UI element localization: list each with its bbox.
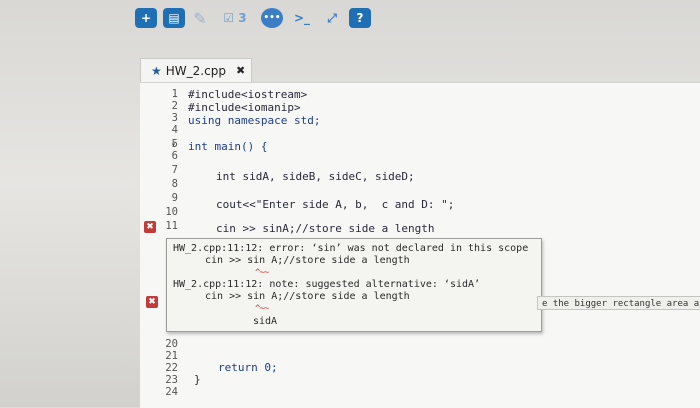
truncated-comment: e the bigger rectangle area a: [537, 296, 700, 310]
ide-window: + ▤ ✎ ☑ 3 ••• >_ ⤢ ? ★ HW_2.cpp ✖ 1 2 3 …: [0, 0, 700, 408]
edit-button[interactable]: ✎: [191, 8, 209, 28]
error-marker-icon[interactable]: ✖: [146, 296, 158, 308]
line-number: 22: [165, 362, 178, 374]
code-line: return 0;: [218, 361, 278, 374]
check-button[interactable]: ☑ 3: [215, 8, 255, 28]
save-icon: ▤: [168, 11, 180, 25]
new-file-button[interactable]: +: [135, 8, 157, 28]
expand-icon: ⤢: [327, 10, 337, 25]
error-code-snippet: cin >> sin A;//store side a length: [205, 255, 410, 266]
line-number: 21: [165, 350, 178, 362]
fullscreen-button[interactable]: ⤢: [321, 8, 343, 28]
chat-icon: •••: [263, 13, 281, 23]
fold-arrow-icon[interactable]: ▾: [171, 140, 176, 149]
line-number: 24: [165, 386, 178, 398]
file-tab[interactable]: ★ HW_2.cpp ✖: [140, 58, 252, 82]
line-number: 7: [171, 164, 178, 176]
line-number: 8: [171, 178, 178, 190]
note-squiggle: ^~~: [255, 304, 269, 314]
line-number: 3: [171, 112, 178, 124]
error-squiggle: ^~~: [255, 268, 269, 278]
code-line: int sidA, sideB, sideC, sideD;: [216, 170, 415, 183]
close-tab-icon[interactable]: ✖: [236, 64, 245, 77]
code-line: cout<<"Enter side A, b, c and D: ";: [216, 198, 455, 211]
line-number: 4: [171, 124, 178, 136]
help-icon: ?: [356, 11, 364, 25]
note-code-snippet: cin >> sin A;//store side a length: [205, 291, 410, 302]
chat-button[interactable]: •••: [261, 8, 283, 28]
code-line: #include<iostream>: [188, 88, 308, 101]
terminal-icon: >_: [293, 11, 311, 25]
code-line: int main() {: [188, 140, 268, 153]
line-number: 20: [165, 338, 178, 350]
star-icon: ★: [151, 63, 162, 78]
code-line: using namespace std;: [188, 114, 321, 127]
check-icon: ☑ 3: [223, 11, 247, 25]
code-line: cin >> sinA;//store side a length: [216, 222, 435, 235]
toolbar: + ▤ ✎ ☑ 3 ••• >_ ⤢ ?: [135, 6, 371, 30]
line-number: 23: [165, 374, 178, 386]
tab-filename: HW_2.cpp: [165, 63, 226, 78]
line-number: 11: [165, 220, 178, 232]
help-button[interactable]: ?: [349, 8, 371, 28]
line-number: 6: [171, 150, 178, 162]
error-message: HW_2.cpp:11:12: error: ‘sin’ was not dec…: [173, 243, 529, 254]
error-marker-icon[interactable]: ✖: [144, 221, 156, 233]
line-number: 10: [165, 206, 178, 218]
plus-icon: +: [140, 11, 152, 25]
code-line: #include<iomanip>: [188, 101, 301, 114]
save-button[interactable]: ▤: [163, 8, 185, 28]
diagnostic-tooltip: HW_2.cpp:11:12: error: ‘sin’ was not dec…: [166, 238, 542, 332]
line-number: 2: [171, 100, 178, 112]
note-message: HW_2.cpp:11:12: note: suggested alternat…: [173, 279, 481, 290]
line-number: 9: [171, 192, 178, 204]
suggestion-text: sidA: [253, 316, 278, 327]
terminal-button[interactable]: >_: [289, 8, 315, 28]
line-number: 1: [171, 88, 178, 100]
code-line: }: [194, 373, 201, 386]
pencil-icon: ✎: [193, 8, 207, 28]
